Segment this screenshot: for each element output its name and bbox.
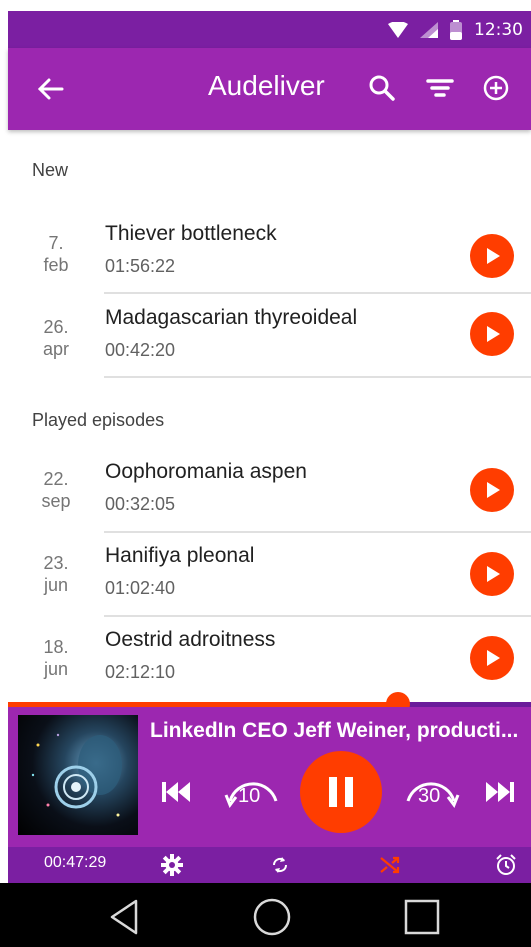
- now-playing-panel: LinkedIn CEO Jeff Weiner, producti... 10…: [8, 707, 531, 847]
- divider: [104, 292, 531, 294]
- wifi-icon: [388, 21, 408, 38]
- episode-date-month: apr: [42, 339, 69, 359]
- now-playing-title: LinkedIn CEO Jeff Weiner, producti...: [150, 719, 519, 742]
- episode-date-day: 7.: [48, 233, 64, 253]
- add-circle-icon[interactable]: [478, 70, 514, 106]
- play-button[interactable]: [470, 234, 514, 278]
- filter-icon[interactable]: [422, 70, 458, 106]
- back-arrow-icon[interactable]: [32, 71, 68, 107]
- episode-duration: 00:42:20: [105, 340, 176, 360]
- play-button[interactable]: [470, 552, 514, 596]
- cellular-signal-icon: [420, 21, 438, 38]
- player-footer: 00:47:29: [8, 847, 531, 883]
- pause-button[interactable]: [300, 751, 382, 833]
- cover-art-image: [31, 733, 122, 817]
- pause-bar-left: [329, 777, 337, 807]
- search-icon[interactable]: [364, 70, 400, 106]
- play-button[interactable]: [470, 468, 514, 512]
- section-header-new: New: [32, 160, 69, 180]
- sleep-timer-alarm-icon[interactable]: [494, 853, 518, 877]
- episode-title: Hanifiya pleonal: [105, 544, 255, 567]
- divider: [104, 615, 531, 617]
- forward-30-button[interactable]: 30: [400, 765, 464, 819]
- episode-date-day: 23.: [43, 553, 69, 573]
- episode-date: 22. sep: [28, 468, 84, 512]
- shuffle-icon[interactable]: [378, 853, 402, 877]
- status-bar: 12:30: [8, 11, 531, 48]
- battery-icon: [450, 19, 462, 40]
- episode-date-month: jun: [43, 575, 69, 595]
- skip-next-icon[interactable]: [482, 777, 518, 807]
- nav-home-icon[interactable]: [252, 897, 292, 937]
- divider: [104, 531, 531, 533]
- episode-date-month: jun: [43, 659, 69, 679]
- episode-date-day: 22.: [43, 469, 69, 489]
- repeat-sync-icon[interactable]: [268, 853, 292, 877]
- episode-date-day: 18.: [43, 637, 69, 657]
- episode-date: 7. feb: [28, 232, 84, 276]
- pause-bar-right: [345, 777, 353, 807]
- nav-back-icon[interactable]: [106, 897, 146, 937]
- episode-date: 23. jun: [28, 552, 84, 596]
- episode-title: Thiever bottleneck: [105, 222, 277, 245]
- episode-duration: 01:02:40: [105, 578, 176, 598]
- episode-title: Oestrid adroitness: [105, 628, 276, 651]
- episode-duration: 02:12:10: [105, 662, 176, 682]
- play-button[interactable]: [470, 312, 514, 356]
- episode-title: Oophoromania aspen: [105, 460, 307, 483]
- divider: [104, 376, 531, 378]
- episode-date-month: sep: [41, 491, 71, 511]
- settings-gear-icon[interactable]: [160, 853, 184, 877]
- app-bar: Audeliver: [8, 48, 531, 130]
- status-time: 12:30: [474, 19, 523, 40]
- elapsed-time: 00:47:29: [44, 854, 107, 871]
- nav-recents-icon[interactable]: [402, 897, 442, 937]
- episode-title: Madagascarian thyreoideal: [105, 306, 358, 329]
- system-navigation-bar: [0, 883, 531, 947]
- episode-date-day: 26.: [43, 317, 69, 337]
- section-header-played: Played episodes: [32, 410, 165, 430]
- rewind-10-button[interactable]: 10: [220, 765, 284, 819]
- forward-seconds-label: 30: [418, 785, 441, 807]
- app-title: Audeliver: [208, 70, 325, 101]
- episode-date: 18. jun: [28, 636, 84, 680]
- episode-duration: 01:56:22: [105, 256, 176, 276]
- episode-date-month: feb: [43, 255, 69, 275]
- play-button[interactable]: [470, 636, 514, 680]
- episode-date: 26. apr: [28, 316, 84, 360]
- rewind-seconds-label: 10: [238, 785, 261, 807]
- podcast-cover-art[interactable]: [18, 715, 138, 835]
- episode-duration: 00:32:05: [105, 494, 176, 514]
- skip-previous-icon[interactable]: [158, 777, 194, 807]
- list-item[interactable]: 18. jun Oestrid adroitness 02:12:10: [0, 628, 531, 712]
